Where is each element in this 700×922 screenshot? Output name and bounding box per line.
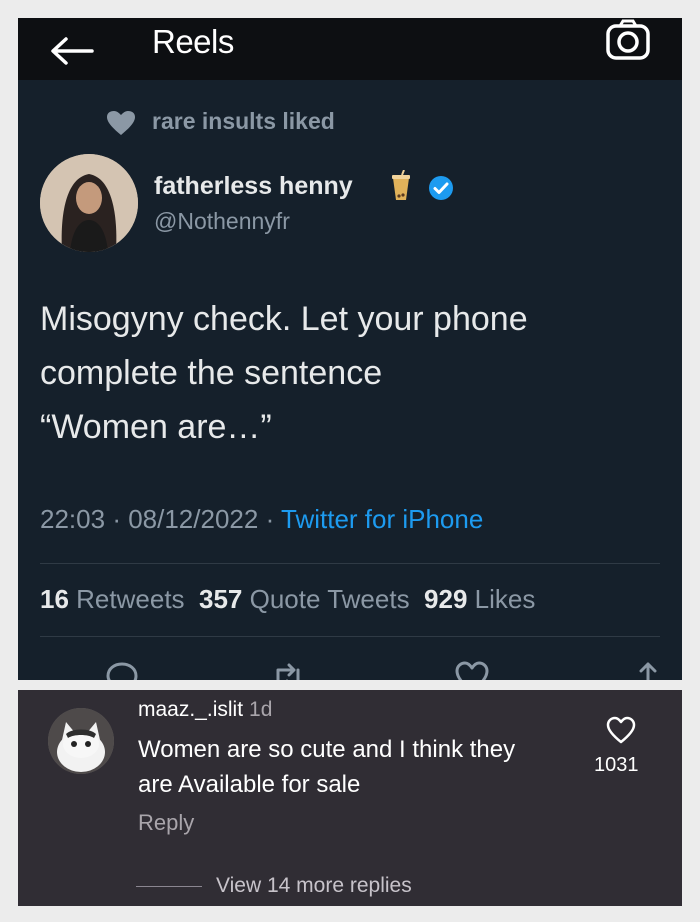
divider: [136, 886, 202, 887]
commenter-avatar[interactable]: [48, 708, 114, 774]
commenter-username[interactable]: maaz._.islit: [138, 698, 243, 721]
meta-separator: ·: [112, 504, 129, 534]
tweet-text: Misogyny check. Let your phone complete …: [40, 292, 660, 454]
reply-icon[interactable]: [104, 660, 140, 680]
comment-text-line: Women are so cute and I think they: [138, 736, 516, 763]
retweet-label[interactable]: Retweets: [76, 584, 184, 614]
tweet-metadata: 22:03 · 08/12/2022 · Twitter for iPhone: [40, 504, 483, 535]
tweet-text-line: “Women are…”: [40, 408, 272, 446]
heart-icon[interactable]: [606, 716, 636, 744]
like-label[interactable]: Likes: [475, 584, 536, 614]
tweet-time: 22:03: [40, 504, 106, 534]
screenshot-frame: Reels rare insults liked fatherless henn…: [18, 18, 682, 680]
meta-separator: ·: [265, 504, 281, 534]
camera-icon[interactable]: [602, 18, 654, 62]
tweet-text-line: complete the sentence: [40, 354, 383, 392]
view-more-replies-button[interactable]: View 14 more replies: [216, 874, 412, 898]
comment-like-count: 1031: [594, 754, 639, 776]
comment-age: 1d: [249, 698, 273, 721]
avatar[interactable]: [40, 154, 138, 252]
share-icon[interactable]: [630, 660, 666, 680]
page-title: Reels: [152, 23, 234, 60]
comment-card: maaz._.islit 1d Women are so cute and I t…: [18, 690, 682, 906]
bubble-tea-icon: [392, 170, 410, 200]
quote-count[interactable]: 357: [199, 584, 242, 614]
divider: [40, 636, 660, 637]
tweet-card: rare insults liked fatherless henny @Not…: [18, 80, 682, 680]
comment-text: Women are so cute and I think they are A…: [138, 732, 588, 802]
verified-badge-icon: [429, 176, 453, 200]
tweet-text-line: Misogyny check. Let your phone: [40, 300, 528, 338]
tweet-date: 08/12/2022: [128, 504, 259, 534]
divider: [40, 563, 660, 564]
reply-button[interactable]: Reply: [138, 810, 194, 836]
tweet-source-link[interactable]: Twitter for iPhone: [281, 504, 483, 534]
quote-label[interactable]: Quote Tweets: [250, 584, 410, 614]
retweet-count[interactable]: 16: [40, 584, 69, 614]
heart-icon: [107, 111, 135, 135]
retweet-icon[interactable]: [270, 660, 306, 680]
user-handle[interactable]: @Nothennyfr: [154, 208, 290, 235]
heart-icon[interactable]: [454, 660, 490, 680]
comment-text-line: are Available for sale: [138, 771, 361, 798]
like-count[interactable]: 929: [424, 584, 467, 614]
comment-author: maaz._.islit 1d: [138, 698, 272, 722]
reels-header: Reels: [18, 18, 682, 80]
display-name[interactable]: fatherless henny: [154, 172, 353, 201]
arrow-left-icon[interactable]: [48, 36, 94, 66]
liked-by-text: rare insults liked: [152, 108, 335, 134]
tweet-stats: 16 Retweets 357 Quote Tweets 929 Likes: [40, 584, 535, 615]
